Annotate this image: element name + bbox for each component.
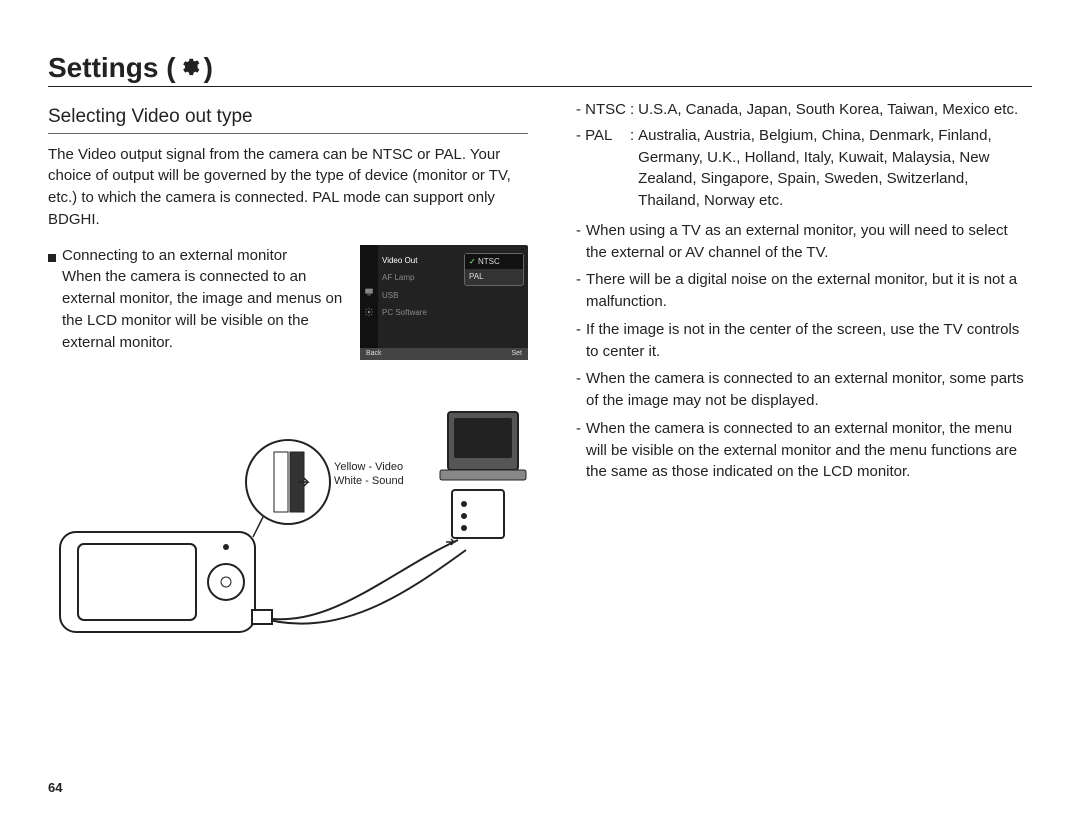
popup-option-ntsc: NTSC <box>465 254 523 270</box>
notes-list: - When using a TV as an external monitor… <box>576 220 1032 483</box>
diagram-label-sound: White - Sound <box>334 474 404 488</box>
intro-paragraph: The Video output signal from the camera … <box>48 144 528 231</box>
subsection-title: Selecting Video out type <box>48 103 528 134</box>
square-bullet-icon <box>48 254 56 262</box>
def-desc: Australia, Austria, Belgium, China, Denm… <box>638 125 1032 212</box>
note-item: There will be a digital noise on the ext… <box>586 269 1032 313</box>
connection-diagram: Yellow - Video White - Sound <box>48 382 528 642</box>
popup-option-pal: PAL <box>465 269 523 285</box>
right-column: - NTSC : U.S.A, Canada, Japan, South Kor… <box>576 99 1032 642</box>
monitor-icon <box>364 287 374 297</box>
note-item: When using a TV as an external monitor, … <box>586 220 1032 264</box>
title-suffix: ) <box>204 52 213 84</box>
footer-set-label: Set <box>511 349 522 359</box>
diagram-label-video: Yellow - Video <box>334 460 404 474</box>
menu-item: AF Lamp <box>382 272 427 284</box>
note-item: When the camera is connected to an exter… <box>586 368 1032 412</box>
note-item: When the camera is connected to an exter… <box>586 418 1032 483</box>
page-heading: Settings ( ) <box>48 52 1032 87</box>
footer-back-label: Back <box>366 349 382 359</box>
page-number: 64 <box>48 780 62 795</box>
page-title: Settings ( ) <box>48 52 213 84</box>
menu-item: USB <box>382 290 427 302</box>
menu-item: PC Software <box>382 307 427 319</box>
note-item: If the image is not in the center of the… <box>586 319 1032 363</box>
def-term: - PAL <box>576 125 630 147</box>
def-desc: U.S.A, Canada, Japan, South Korea, Taiwa… <box>638 99 1032 121</box>
camera-menu-screenshot: Video Out AF Lamp USB PC Software NTSC P… <box>360 245 528 360</box>
left-column: Selecting Video out type The Video outpu… <box>48 99 528 642</box>
format-definitions: - NTSC : U.S.A, Canada, Japan, South Kor… <box>576 99 1032 212</box>
title-prefix: Settings ( <box>48 52 176 84</box>
gear-icon <box>178 52 200 84</box>
video-out-popup: NTSC PAL <box>464 253 524 286</box>
gear-icon <box>364 307 374 317</box>
def-term: - NTSC <box>576 99 630 121</box>
connect-body: When the camera is connected to an exter… <box>48 266 348 353</box>
menu-item: Video Out <box>382 255 427 267</box>
connect-heading: Connecting to an external monitor <box>48 245 348 267</box>
